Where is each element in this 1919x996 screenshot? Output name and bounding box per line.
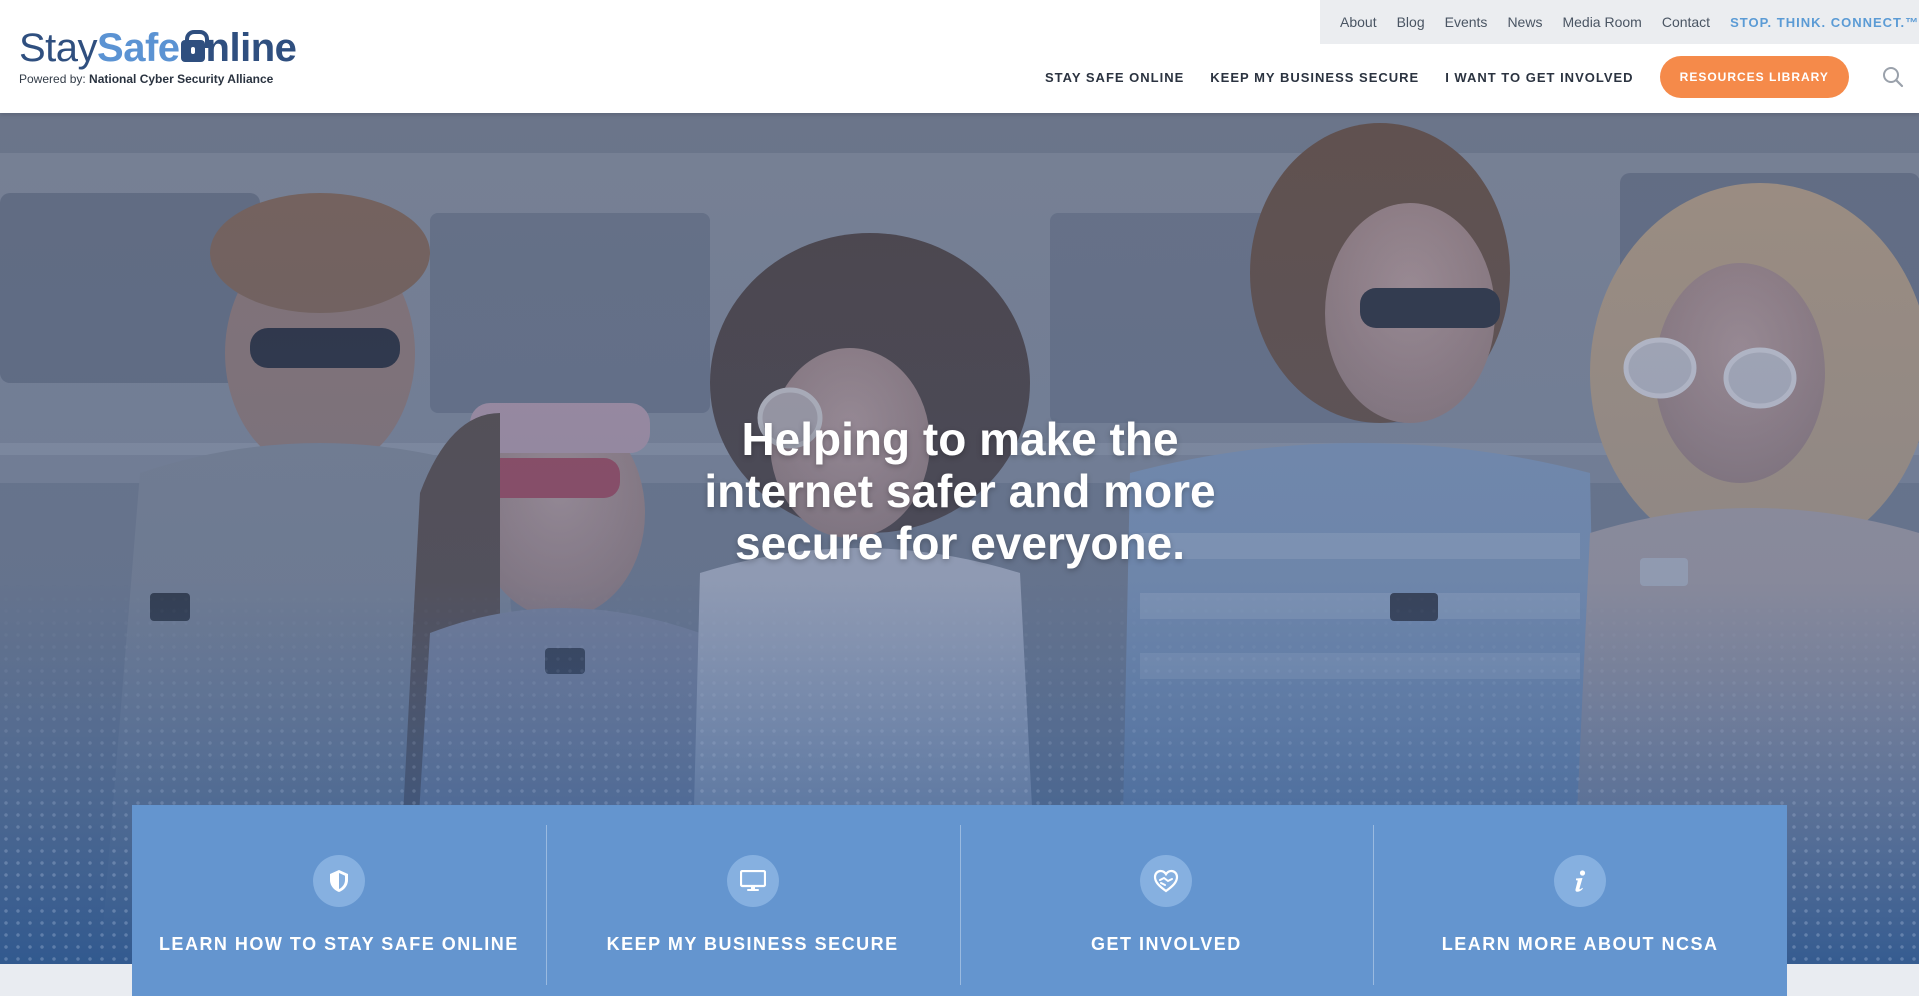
utility-link-events[interactable]: Events [1445, 14, 1488, 30]
card-label: LEARN MORE ABOUT NCSA [1441, 934, 1719, 954]
utility-link-blog[interactable]: Blog [1397, 14, 1425, 30]
quick-links: LEARN HOW TO STAY SAFE ONLINE KEEP MY BU… [132, 805, 1787, 996]
heart-hands-icon [1140, 855, 1193, 907]
card-stay-safe-online[interactable]: LEARN HOW TO STAY SAFE ONLINE [132, 805, 546, 996]
site-logo[interactable]: StaySafe nline Powered by: National Cyber… [19, 26, 297, 90]
search-icon-graphic [1883, 67, 1904, 88]
nav-stay-safe-online[interactable]: STAY SAFE ONLINE [1045, 70, 1184, 85]
main-nav: STAY SAFE ONLINE KEEP MY BUSINESS SECURE… [1019, 55, 1919, 99]
card-label: LEARN HOW TO STAY SAFE ONLINE [158, 934, 519, 954]
monitor-icon [726, 855, 779, 907]
search-icon[interactable] [1881, 65, 1905, 89]
utility-link-media-room[interactable]: Media Room [1562, 14, 1641, 30]
site-header: StaySafe nline Powered by: National Cyber… [0, 0, 1919, 113]
utility-link-contact[interactable]: Contact [1662, 14, 1710, 30]
hero-headline: Helping to make the internet safer and m… [704, 413, 1216, 569]
stop-think-connect-link[interactable]: STOP. THINK. CONNECT.™ [1730, 15, 1919, 30]
nav-keep-my-business-secure[interactable]: KEEP MY BUSINESS SECURE [1210, 70, 1419, 85]
lock-icon [180, 30, 209, 62]
resources-library-button[interactable]: RESOURCES LIBRARY [1659, 56, 1849, 98]
utility-link-about[interactable]: About [1340, 14, 1377, 30]
utility-nav: About Blog Events News Media Room Contac… [1320, 0, 1919, 44]
info-icon [1554, 855, 1607, 907]
card-label: GET INVOLVED [1091, 934, 1242, 954]
logo-wordmark: StaySafe nline [19, 26, 297, 70]
card-business-secure[interactable]: KEEP MY BUSINESS SECURE [545, 805, 960, 996]
card-get-involved[interactable]: GET INVOLVED [959, 805, 1374, 996]
shield-icon [312, 855, 365, 907]
logo-tagline: Powered by: National Cyber Security Alli… [19, 72, 274, 86]
nav-get-involved[interactable]: I WANT TO GET INVOLVED [1445, 70, 1633, 85]
card-label: KEEP MY BUSINESS SECURE [606, 934, 899, 954]
utility-link-news[interactable]: News [1507, 14, 1542, 30]
card-about-ncsa[interactable]: LEARN MORE ABOUT NCSA [1373, 805, 1787, 996]
